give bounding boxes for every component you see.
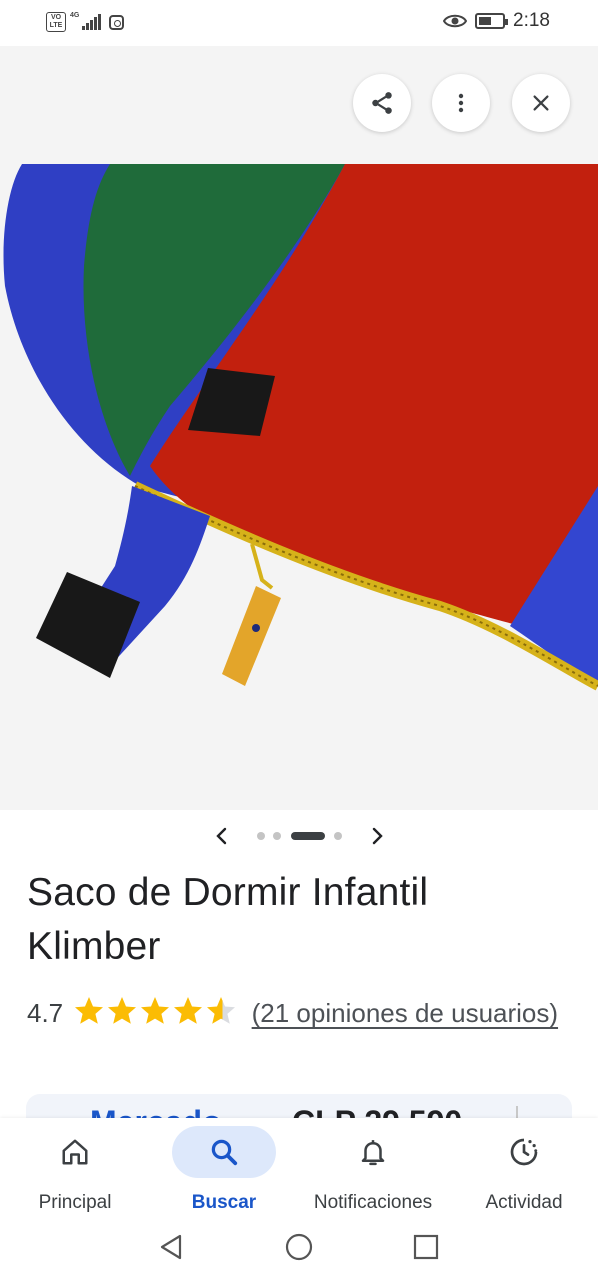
close-button[interactable]: [512, 74, 570, 132]
reviews-link[interactable]: (21 opiniones de usuarios): [252, 998, 558, 1028]
previous-image-button[interactable]: [210, 824, 234, 848]
product-photo: [3, 164, 598, 691]
home-circle-icon: [285, 1233, 313, 1261]
system-navigation-bar: [0, 1222, 598, 1280]
carousel-dot[interactable]: [334, 832, 342, 840]
eye-icon: [443, 14, 468, 28]
share-icon: [372, 92, 392, 114]
nav-label-actividad: Actividad: [485, 1192, 563, 1213]
status-bar-left: VO LTE 4G: [46, 12, 124, 32]
signal-icon: [82, 14, 101, 30]
rating-row: 4.7 (21 opiniones de usuarios): [27, 990, 572, 1036]
recents-square-icon: [413, 1234, 439, 1260]
product-title: Saco de Dormir Infantil Klimber: [27, 871, 429, 968]
image-carousel-nav: [0, 818, 598, 854]
network-type: 4G: [70, 12, 80, 19]
bell-icon: [361, 1140, 385, 1166]
next-image-button[interactable]: [365, 824, 389, 848]
home-icon: [62, 1139, 88, 1165]
chevron-right-icon: [372, 827, 383, 845]
more-options-button[interactable]: [432, 74, 490, 132]
instagram-icon: [108, 14, 124, 30]
nav-item-actividad[interactable]: Actividad: [472, 1118, 576, 1222]
product-image-viewer[interactable]: [0, 46, 598, 810]
system-back-button[interactable]: [156, 1232, 186, 1262]
nav-label-notificaciones: Notificaciones: [313, 1192, 433, 1213]
volte-badge: VO LTE: [46, 12, 66, 32]
battery-icon: [475, 13, 509, 29]
bottom-navigation: Principal Buscar Notificaciones Activida…: [0, 1118, 598, 1222]
close-icon: [533, 95, 549, 111]
carousel-dot[interactable]: [257, 832, 265, 840]
nav-label-buscar: Buscar: [191, 1192, 257, 1213]
back-triangle-icon: [160, 1234, 182, 1260]
chevron-left-icon: [216, 827, 227, 845]
nav-label-principal: Principal: [38, 1192, 112, 1213]
status-bar-right: 2:18: [443, 10, 550, 32]
carousel-dot-active[interactable]: [291, 832, 325, 840]
system-home-button[interactable]: [284, 1232, 314, 1262]
status-bar: VO LTE 4G 2:18: [0, 0, 598, 46]
search-icon: [211, 1139, 238, 1166]
nav-item-buscar[interactable]: Buscar: [172, 1118, 276, 1222]
rating-value: 4.7: [27, 998, 64, 1028]
more-vert-icon: [458, 93, 464, 113]
rating-stars-icon: [75, 997, 236, 1024]
share-button[interactable]: [353, 74, 411, 132]
activity-icon: [510, 1138, 538, 1166]
nav-item-notificaciones[interactable]: Notificaciones: [303, 1118, 443, 1222]
carousel-dot[interactable]: [273, 832, 281, 840]
nav-item-principal[interactable]: Principal: [23, 1118, 127, 1222]
clock: 2:18: [513, 10, 550, 31]
system-recents-button[interactable]: [411, 1232, 441, 1262]
